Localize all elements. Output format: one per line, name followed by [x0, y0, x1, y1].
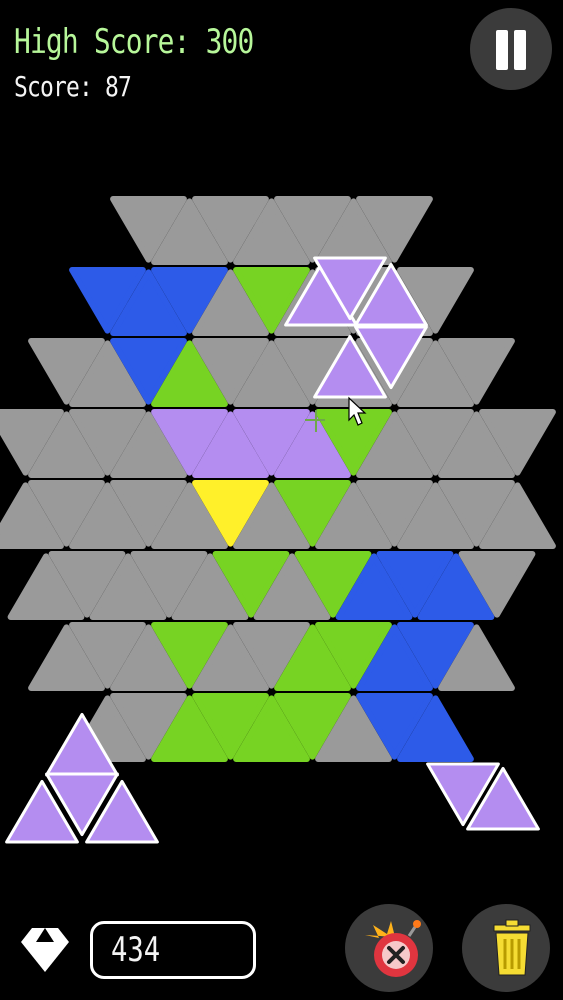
bomb-button[interactable]: [345, 904, 433, 992]
board-cells: [0, 196, 556, 762]
gem-count-display: 434: [90, 921, 256, 979]
diamond-icon: [21, 928, 69, 972]
trash-can-icon: [493, 919, 531, 976]
gem-count: 434: [111, 930, 161, 970]
bomb-icon: [365, 920, 421, 977]
tray-piece-right[interactable]: [426, 762, 540, 831]
game-board[interactable]: [0, 0, 563, 1000]
trash-button[interactable]: [462, 904, 550, 992]
